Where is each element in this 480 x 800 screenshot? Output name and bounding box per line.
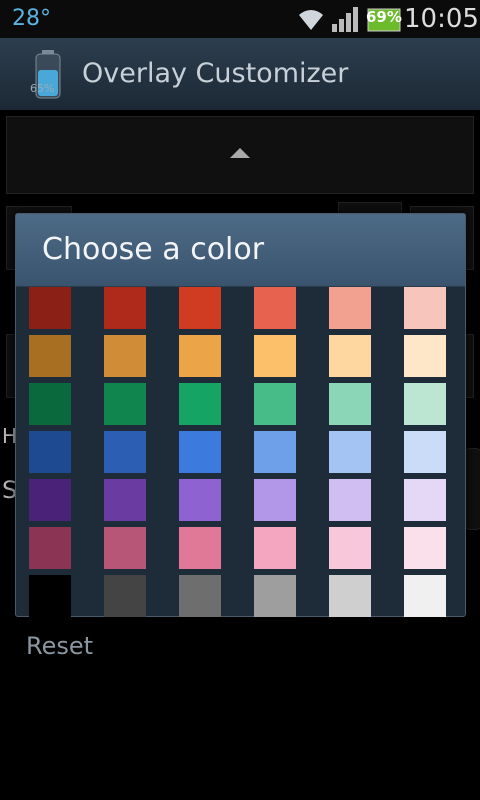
color-swatch[interactable] xyxy=(254,527,296,569)
color-swatch[interactable] xyxy=(104,431,146,473)
temperature-text: 28° xyxy=(12,6,51,31)
color-swatch[interactable] xyxy=(329,479,371,521)
color-swatch[interactable] xyxy=(29,287,71,329)
color-swatch[interactable] xyxy=(104,287,146,329)
color-swatch[interactable] xyxy=(29,527,71,569)
color-swatch[interactable] xyxy=(329,335,371,377)
color-picker-dialog: Choose a color xyxy=(15,213,466,617)
color-swatch[interactable] xyxy=(404,383,446,425)
color-swatch[interactable] xyxy=(329,527,371,569)
collapse-arrow-icon[interactable] xyxy=(230,148,250,158)
color-swatch[interactable] xyxy=(179,431,221,473)
wifi-icon xyxy=(299,10,323,30)
color-swatch[interactable] xyxy=(404,431,446,473)
app-icon-percent: 65% xyxy=(30,82,55,95)
color-swatch[interactable] xyxy=(179,335,221,377)
clock-text: 10:05 xyxy=(404,4,479,34)
right-spinner[interactable] xyxy=(464,448,480,530)
color-swatch[interactable] xyxy=(329,287,371,329)
color-swatch[interactable] xyxy=(179,287,221,329)
color-swatch[interactable] xyxy=(254,431,296,473)
color-swatch[interactable] xyxy=(104,383,146,425)
color-swatch[interactable] xyxy=(404,527,446,569)
color-swatch[interactable] xyxy=(29,575,71,617)
color-swatch[interactable] xyxy=(179,575,221,617)
color-swatch[interactable] xyxy=(179,527,221,569)
color-swatch[interactable] xyxy=(254,335,296,377)
color-swatch[interactable] xyxy=(104,575,146,617)
color-swatch[interactable] xyxy=(254,287,296,329)
color-swatch[interactable] xyxy=(329,431,371,473)
color-swatch[interactable] xyxy=(29,479,71,521)
color-swatch[interactable] xyxy=(179,479,221,521)
signal-icon xyxy=(332,7,358,32)
color-swatch[interactable] xyxy=(254,575,296,617)
status-bar: 28° 69% 10:05 xyxy=(0,0,480,38)
color-swatch[interactable] xyxy=(329,575,371,617)
color-swatch[interactable] xyxy=(329,383,371,425)
color-swatch[interactable] xyxy=(254,383,296,425)
color-swatch[interactable] xyxy=(29,431,71,473)
color-swatch[interactable] xyxy=(29,335,71,377)
battery-level-text: 69% xyxy=(366,8,402,26)
color-swatch[interactable] xyxy=(404,575,446,617)
color-swatch[interactable] xyxy=(104,527,146,569)
app-title: Overlay Customizer xyxy=(82,58,349,89)
dialog-title-bar: Choose a color xyxy=(16,214,465,287)
color-swatch[interactable] xyxy=(29,383,71,425)
color-swatch[interactable] xyxy=(404,287,446,329)
reset-button[interactable]: Reset xyxy=(26,632,93,660)
color-swatch[interactable] xyxy=(179,383,221,425)
action-bar: 65% Overlay Customizer xyxy=(0,38,480,110)
color-swatch[interactable] xyxy=(254,479,296,521)
battery-app-icon[interactable] xyxy=(28,48,68,104)
color-swatch[interactable] xyxy=(104,335,146,377)
color-swatch[interactable] xyxy=(404,335,446,377)
dialog-title: Choose a color xyxy=(42,232,265,267)
color-swatch[interactable] xyxy=(404,479,446,521)
color-swatch[interactable] xyxy=(104,479,146,521)
